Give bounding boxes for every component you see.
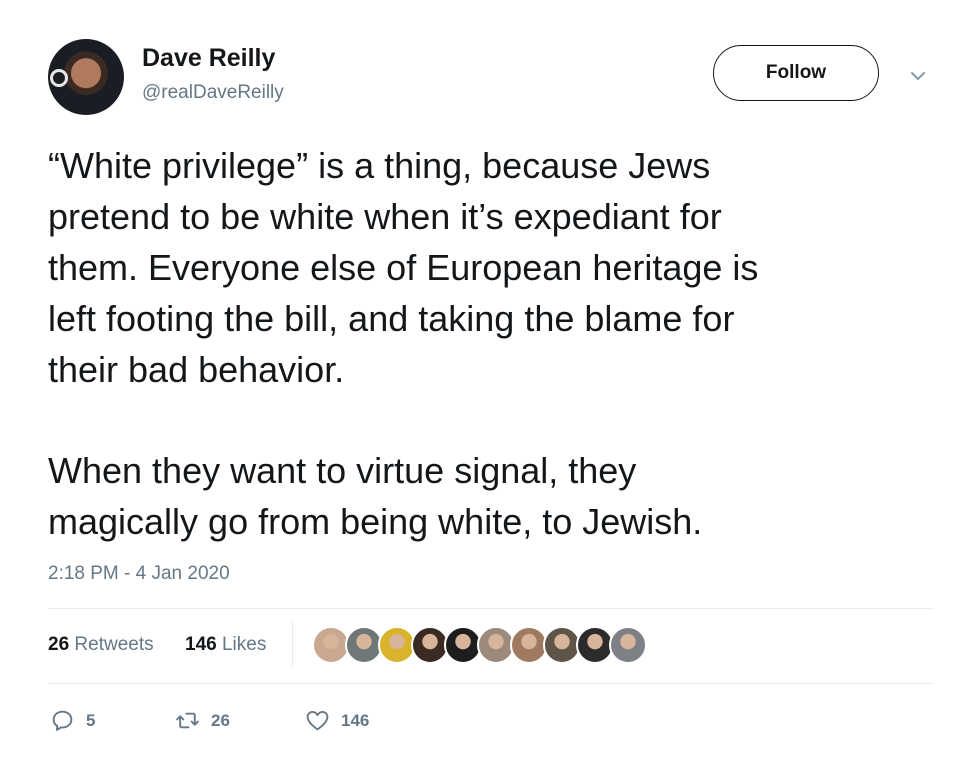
retweet-icon (176, 712, 199, 729)
like-button[interactable]: 146 (305, 708, 369, 733)
tweet-line: “White privilege” is a thing, because Je… (48, 145, 711, 186)
tweet-line: their bad behavior. (48, 349, 345, 390)
tweet-line: pretend to be white when it’s expediant … (48, 196, 722, 237)
liker-avatar[interactable] (609, 626, 647, 664)
author-name[interactable]: Dave Reilly (142, 44, 275, 73)
divider (48, 683, 934, 684)
likes-count: 146 (185, 634, 217, 655)
stats-separator (292, 620, 293, 666)
reply-button[interactable]: 5 (50, 708, 95, 733)
retweets-count: 26 (48, 634, 70, 655)
heart-icon (306, 711, 329, 731)
retweets-label: Retweets (74, 634, 154, 655)
tweet-line: When they want to virtue signal, they (48, 450, 637, 491)
author-handle[interactable]: @realDaveReilly (142, 82, 284, 104)
likes-stat[interactable]: 146 Likes (185, 634, 266, 656)
author-avatar[interactable] (48, 39, 124, 115)
retweet-button[interactable]: 26 (175, 708, 230, 733)
retweets-stat[interactable]: 26 Retweets (48, 634, 154, 656)
tweet-text: “White privilege” is a thing, because Je… (48, 140, 948, 547)
divider (48, 608, 934, 609)
retweet-count: 26 (211, 710, 230, 730)
reply-count: 5 (86, 710, 96, 730)
avatar-logo (50, 69, 68, 87)
reply-icon (52, 710, 73, 731)
follow-button[interactable]: Follow (713, 45, 879, 101)
tweet-line: magically go from being white, to Jewish… (48, 501, 703, 542)
tweet-timestamp[interactable]: 2:18 PM - 4 Jan 2020 (48, 563, 230, 585)
tweet-line: left footing the bill, and taking the bl… (48, 298, 735, 339)
likes-label: Likes (221, 634, 267, 655)
liker-avatars (312, 626, 647, 664)
tweet-line: them. Everyone else of European heritage… (48, 247, 759, 288)
chevron-down-icon[interactable] (906, 64, 930, 88)
like-count: 146 (341, 710, 370, 730)
